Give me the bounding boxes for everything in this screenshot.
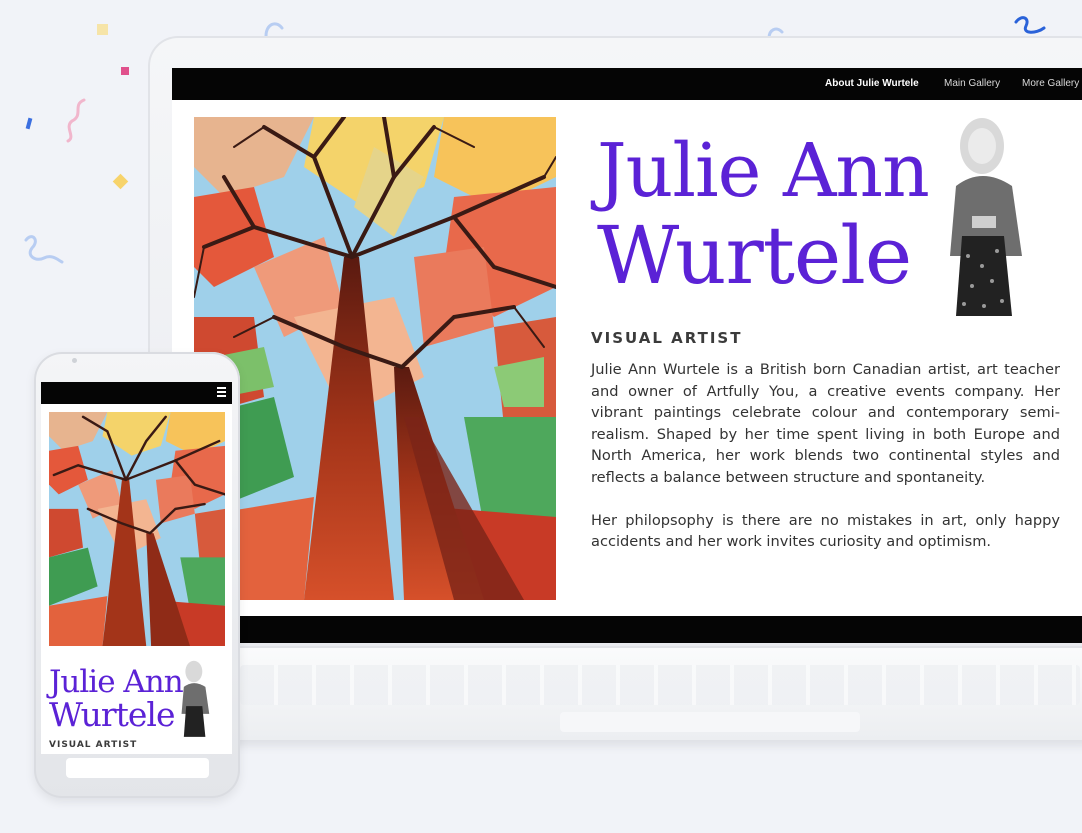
nav-item-about[interactable]: About Julie Wurtele	[825, 68, 919, 100]
phone-speaker	[72, 358, 77, 363]
laptop-keyboard	[240, 665, 1080, 705]
top-navigation: About Julie Wurtele Main Gallery More Ga…	[172, 68, 1082, 100]
mobile-top-bar	[41, 382, 232, 404]
mobile-featured-painting	[49, 412, 225, 646]
desktop-website-screen: About Julie Wurtele Main Gallery More Ga…	[172, 68, 1082, 643]
nav-item-main-gallery[interactable]: Main Gallery	[944, 68, 1000, 100]
confetti-square	[121, 67, 129, 75]
confetti-square	[112, 173, 129, 190]
artist-subtitle: VISUAL ARTIST	[591, 329, 743, 347]
bio-paragraph: Her philopsophy is there are no mistakes…	[591, 511, 1060, 551]
confetti-squiggle	[66, 98, 86, 143]
confetti-squiggle	[264, 22, 284, 38]
bio-paragraph: Julie Ann Wurtele is a British born Cana…	[591, 361, 1060, 486]
confetti-squiggle	[24, 235, 64, 264]
footer-bar	[172, 616, 1082, 643]
artist-portrait-photo	[950, 118, 1022, 316]
nav-item-more-gallery[interactable]: More Gallery	[1022, 68, 1079, 100]
mobile-artist-portrait-photo	[181, 660, 210, 737]
confetti-square	[97, 24, 108, 35]
mobile-artist-name-second-line: Wurtele	[49, 695, 175, 734]
featured-painting	[194, 117, 556, 600]
artist-name-first-line: Julie Ann	[597, 128, 930, 214]
confetti-dash	[25, 117, 33, 130]
artist-bio: Julie Ann Wurtele is a British born Cana…	[591, 359, 1060, 553]
laptop-trackpad	[560, 712, 860, 732]
artist-name-second-line: Wurtele	[597, 209, 912, 302]
confetti-squiggle	[1014, 16, 1046, 34]
mobile-artist-subtitle: VISUAL ARTIST	[49, 740, 138, 750]
mobile-home-bar	[66, 758, 209, 778]
hamburger-menu-icon[interactable]	[217, 387, 226, 397]
mobile-website-screen: Julie Ann Wurtele VISUAL ARTIST	[41, 382, 232, 754]
